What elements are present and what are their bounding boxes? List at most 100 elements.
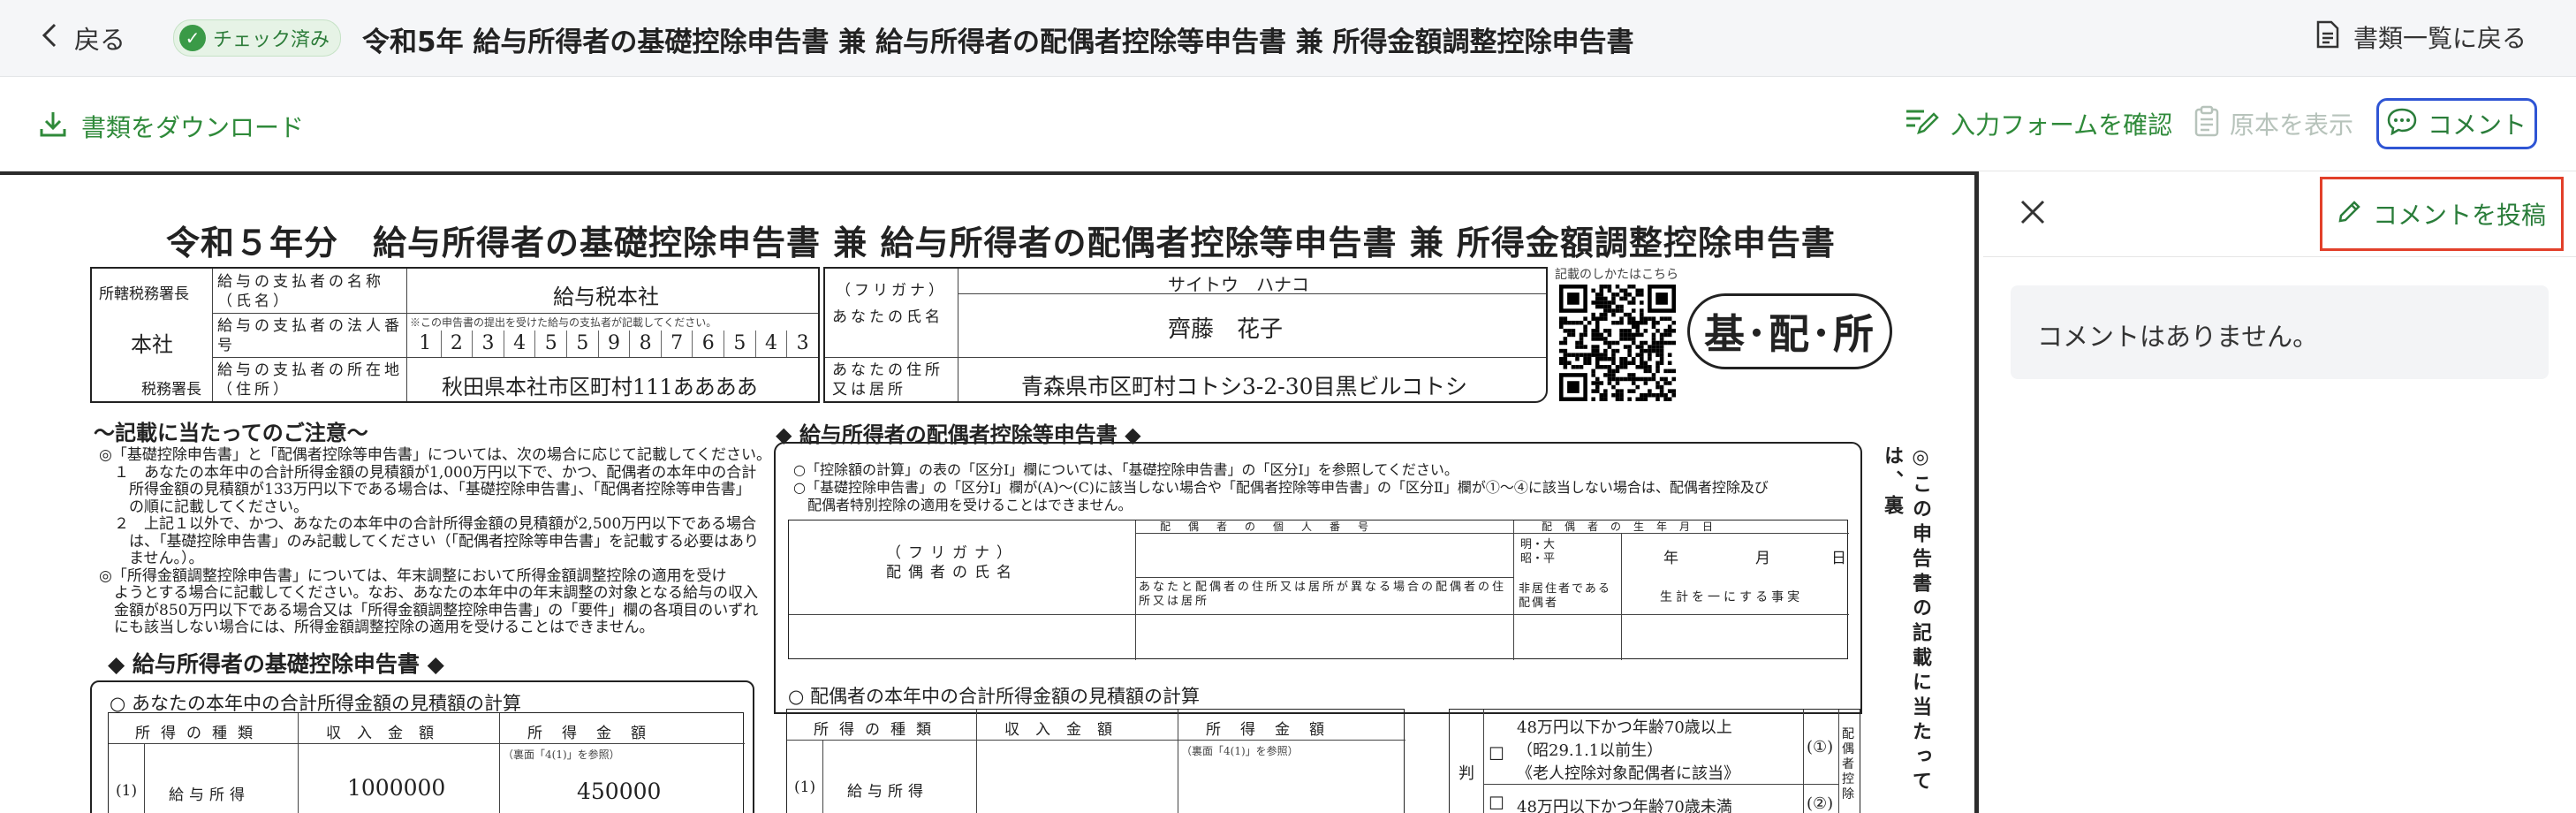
close-icon[interactable]: [2019, 194, 2047, 233]
spouse-note-line: ○「控除額の計算」の表の「区分Ⅰ」欄については、「基礎控除申告書」の「区分Ⅰ」を…: [793, 461, 1458, 478]
note-line: ません。）。: [99, 550, 204, 567]
qr-caption: 記載のしかたはこちら: [1555, 268, 1678, 282]
show-original-button[interactable]: 原本を表示: [2194, 100, 2353, 148]
notes-title: 〜記載に当たってのご注意〜: [94, 420, 368, 445]
payer-number-digit: 5: [724, 331, 756, 357]
row-number: (1): [116, 782, 138, 800]
name-value: 齊藤 花子: [1168, 316, 1284, 343]
post-comment-button[interactable]: コメントを投稿: [2320, 177, 2564, 251]
spouse-box: ○「控除額の計算」の表の「区分Ⅰ」欄については、「基礎控除申告書」の「区分Ⅰ」を…: [774, 442, 1862, 714]
salary-amount: 1000000: [347, 775, 446, 801]
document-preview[interactable]: 令和５年分 給与所得者の基礎控除申告書 兼 給与所得者の配偶者控除等申告書 兼 …: [0, 171, 1979, 813]
comment-toggle-button[interactable]: コメント: [2376, 98, 2537, 149]
payer-address-value: 秋田県本社市区町村111ああああ: [442, 375, 758, 399]
payer-number-digit: 5: [535, 331, 568, 357]
clipboard-icon: [2194, 105, 2219, 143]
download-label: 書類をダウンロード: [81, 113, 305, 142]
note-line: ◎「基礎控除申告書」と「配偶者控除等申告書」については、次の場合に応じて記載して…: [99, 446, 771, 464]
payer-number-digit: 9: [599, 331, 631, 357]
form-stamp: 基･配･所: [1687, 293, 1892, 369]
choice1-line3: 《老人控除対象配偶者に該当》: [1517, 764, 1739, 783]
spouse-row-number: (1): [794, 779, 816, 796]
tax-office-value: 本社: [131, 332, 173, 357]
spouse-judgement-box: 判 ☐ 48万円以下かつ年齢70歳以上 （昭29.1.1以前生） 《老人控除対象…: [1449, 709, 1860, 813]
choice1-line2: （昭29.1.1以前生）: [1517, 741, 1663, 760]
spouse-number-label: 配偶者の個人番号: [1160, 520, 1387, 533]
page-title: 令和5年 給与所得者の基礎控除申告書 兼 給与所得者の配偶者控除等申告書 兼 所…: [362, 27, 1634, 58]
payer-address-label: 給与の支払者の所在地（住所）: [217, 361, 403, 399]
name-label: あなたの氏名: [832, 308, 943, 326]
spouse-ura-note: （裏面「4(1)」を参照）: [1181, 745, 1299, 757]
spouse-birth-label: 配偶者の生年月日: [1542, 520, 1726, 533]
confirm-input-form-button[interactable]: 入力フォームを確認: [1905, 100, 2172, 148]
basic-calc-box: ○ あなたの本年中の合計所得金額の見積額の計算 所得の種類 収入金額 所得金額 …: [90, 680, 754, 813]
payer-number-digit: 3: [473, 331, 504, 357]
choice2-line1: 48万円以下かつ年齢70歳未満: [1517, 798, 1732, 813]
spouse-income-amount-header: 収入金額: [1004, 721, 1128, 739]
confirm-input-form-label: 入力フォームを確認: [1951, 110, 2173, 140]
choice2-checkbox[interactable]: ☐: [1489, 793, 1504, 813]
basic-section-title: ◆ 給与所得者の基礎控除申告書 ◆: [108, 651, 444, 677]
birth-month-unit: 月: [1755, 550, 1770, 567]
back-label: 戻る: [74, 25, 126, 55]
spouse-calc-title: ○ 配偶者の本年中の合計所得金額の見積額の計算: [788, 686, 1200, 707]
furigana-value: サイトウ ハナコ: [1168, 274, 1309, 295]
note-line: の順に記載してください。: [99, 498, 308, 516]
salary-income: 450000: [577, 779, 662, 804]
payer-number-digit: 4: [756, 331, 788, 357]
ura-note: （裏面「4(1)」を参照）: [503, 748, 620, 761]
payer-number-note: ※この申告書の提出を受けた給与の支払者が記載してください。: [410, 316, 717, 329]
choice1-checkbox[interactable]: ☐: [1489, 743, 1504, 764]
payer-number-digit: 5: [567, 331, 599, 357]
note-line: ２ 上記１以外で、かつ、あなたの本年中の合計所得金額の見積額が2,500万円以下…: [99, 515, 757, 533]
same-living-label: 生計を一にする事実: [1660, 590, 1804, 604]
tax-office-label: 所轄税務署長: [99, 285, 189, 303]
download-icon: [39, 110, 67, 144]
download-button[interactable]: 書類をダウンロード: [39, 109, 304, 144]
note-line: １ あなたの本年中の合計所得金額の見積額が1,000万円以下で、かつ、配偶者の本…: [99, 463, 757, 482]
payer-number-digit: 6: [693, 331, 725, 357]
spouse-salary-label: 給与所得: [847, 783, 928, 801]
payer-number-digit: 4: [504, 331, 536, 357]
document-list-button[interactable]: 書類一覧に戻る: [2316, 19, 2527, 55]
comment-toggle-label: コメント: [2427, 110, 2527, 140]
spouse-table: （フリガナ） 配偶者の氏名 配偶者の個人番号 あなたと配偶者の住所又は居所が異な…: [788, 520, 1849, 660]
income-table: 所得の種類 収入金額 所得金額 （裏面「4(1)」を参照） (1) 給与所得 1…: [108, 712, 745, 813]
payer-number-digit: 8: [630, 331, 662, 357]
check-circle-icon: ✓: [179, 25, 206, 51]
spouse-income-table: 所得の種類 収入金額 所得金額 （裏面「4(1)」を参照） (1) 給与所得: [786, 709, 1405, 813]
qr-code[interactable]: [1557, 285, 1678, 401]
judge-label: 判: [1458, 764, 1474, 783]
income-type-header: 所得の種類: [135, 725, 263, 742]
chevron-left-icon: [41, 22, 58, 55]
address-value: 青森県市区町村コトシ3-2-30目黒ビルコトシ: [1021, 374, 1468, 399]
status-badge-label: チェック済み: [213, 29, 330, 51]
empty-comments: コメントはありません。: [2011, 285, 2549, 379]
payer-number-label: 給与の支払者の法人番号: [217, 317, 403, 354]
vertical-note: ◎この申告書の記載に当たっては、裏: [1881, 445, 1932, 795]
payer-info-table: 所轄税務署長 本社 税務署長 給与の支払者の名称（氏名） 給与税本社 給与の支払…: [90, 267, 820, 403]
back-button[interactable]: 戻る: [41, 19, 125, 57]
spouse-address-label: あなたと配偶者の住所又は居所が異なる場合の配偶者の住所又は居所: [1139, 581, 1507, 608]
birth-day-unit: 日: [1831, 550, 1846, 567]
era-label: 明・大 昭・平: [1520, 538, 1556, 566]
notes-list: ◎「基礎控除申告書」と「配偶者控除等申告書」については、次の場合に応じて記載して…: [99, 446, 771, 637]
deduction-side-label: 配偶者控除: [1842, 727, 1854, 802]
payer-name-value: 給与税本社: [553, 285, 659, 309]
income-amount-header: 収入金額: [326, 725, 450, 742]
birth-year-unit: 年: [1663, 550, 1678, 567]
payer-number-digit: 3: [796, 332, 809, 354]
choice1-line1: 48万円以下かつ年齢70歳以上: [1517, 718, 1732, 737]
nonresident-label: 非居住者である配偶者: [1519, 582, 1611, 610]
choice1-mark: (①): [1807, 738, 1834, 756]
income-header: 所得金額: [527, 725, 665, 742]
address-label: あなたの住所又は居所: [832, 361, 943, 399]
spouse-income-header: 所得金額: [1206, 721, 1344, 739]
document-list-label: 書類一覧に戻る: [2352, 24, 2527, 53]
toolbar: 書類をダウンロード 入力フォームを確認 原本を表示 コメント: [0, 77, 2576, 171]
applicant-info-table: （フリガナ） あなたの氏名 サイトウ ハナコ 齊藤 花子 あなたの住所又は居所 …: [823, 267, 1548, 403]
pencil-icon: [2337, 199, 2362, 230]
note-line: ◎「所得金額調整控除申告書」については、年末調整において所得金額調整控除の適用を…: [99, 566, 727, 585]
salary-label: 給与所得: [169, 786, 250, 804]
payer-number-digit: 2: [442, 331, 474, 357]
